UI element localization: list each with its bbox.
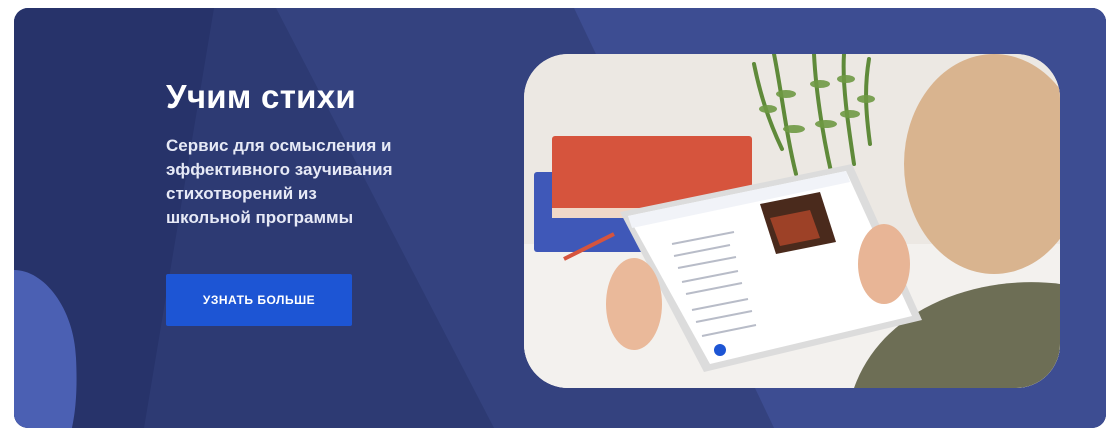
hero-photo	[524, 54, 1060, 388]
description-line: школьной программы	[166, 208, 354, 227]
right-hand	[858, 224, 910, 304]
learn-more-button[interactable]: УЗНАТЬ БОЛЬШЕ	[166, 274, 352, 326]
description-line: Сервис для осмысления и	[166, 136, 392, 155]
banner-description: Сервис для осмысления и эффективного зау…	[166, 134, 466, 230]
description-line: стихотворений из	[166, 184, 317, 203]
banner-title: Учим стихи	[166, 78, 356, 115]
description-line: эффективного заучивания	[166, 160, 393, 179]
left-hand	[606, 258, 662, 350]
promo-banner: Учим стихи Сервис для осмысления и эффек…	[14, 8, 1106, 428]
